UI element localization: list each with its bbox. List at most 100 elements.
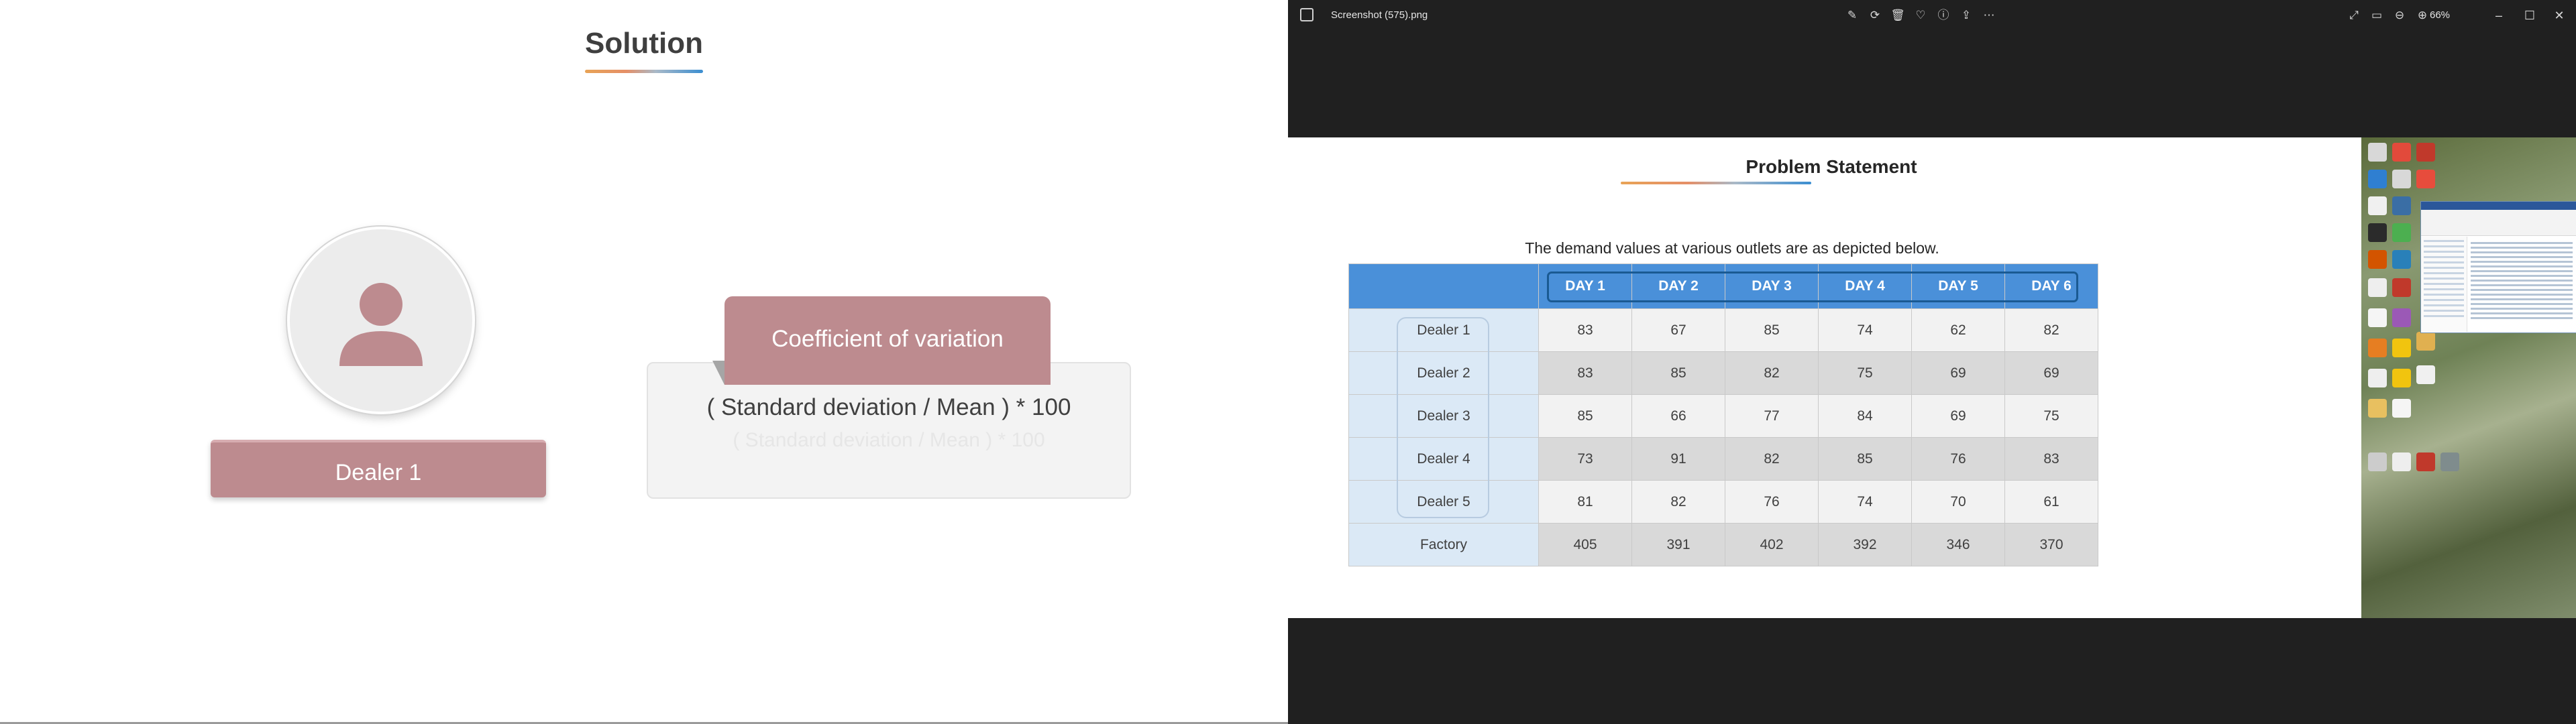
photos-app-icon: [1300, 8, 1313, 21]
cell: 346: [1911, 523, 2005, 566]
nav-line: [2424, 256, 2464, 258]
cell: 84: [1818, 394, 1912, 438]
cell: 75: [2004, 394, 2098, 438]
zoom-level[interactable]: 66%: [2430, 9, 2450, 21]
header-corner: [1348, 263, 1539, 309]
desktop-icon: [2368, 452, 2387, 471]
desktop-icon: [2392, 143, 2411, 162]
file-row: [2471, 284, 2573, 286]
file-row: [2471, 312, 2573, 314]
nav-line: [2424, 267, 2464, 269]
cell: 85: [1631, 351, 1725, 395]
nav-line: [2424, 288, 2464, 290]
file-row: [2471, 265, 2573, 267]
fit-icon[interactable]: ▭: [2368, 7, 2385, 24]
nav-line: [2424, 283, 2464, 285]
file-row: [2471, 270, 2573, 272]
desktop-icon: [2392, 339, 2411, 357]
zoom-out-icon[interactable]: ⊖: [2391, 7, 2408, 24]
fullscreen-icon[interactable]: ⤢: [2345, 7, 2363, 24]
cov-tab: Coefficient of variation: [724, 296, 1051, 385]
maximize-icon[interactable]: ☐: [2520, 5, 2540, 25]
cell: 391: [1631, 523, 1725, 566]
desktop-icon: [2416, 143, 2435, 162]
cell: 81: [1538, 480, 1632, 524]
file-row: [2471, 275, 2573, 277]
desktop-icon: [2416, 365, 2435, 384]
desktop-icon: [2368, 399, 2387, 418]
cell: 73: [1538, 437, 1632, 481]
caption-text: The demand values at various outlets are…: [1525, 239, 1939, 257]
nav-line: [2424, 240, 2464, 242]
rotate-icon[interactable]: ⟳: [1866, 7, 1884, 24]
cell: 83: [1538, 351, 1632, 395]
file-row: [2471, 303, 2573, 305]
zoom-in-icon[interactable]: ⊕: [2414, 7, 2431, 24]
cell: 370: [2004, 523, 2098, 566]
desktop-icon: [2368, 223, 2387, 242]
dealer-label: Dealer 1: [211, 440, 546, 497]
desktop-icon: [2392, 369, 2411, 387]
cell: 83: [2004, 437, 2098, 481]
nav-line: [2424, 278, 2464, 280]
nav-line: [2424, 304, 2464, 306]
photo-viewer-window: Screenshot (575).png ✎ ⟳ 🗑 ♡ ⓘ ⇪ ⋯ ⤢ ▭ ⊖…: [1288, 0, 2576, 724]
file-row: [2471, 242, 2573, 244]
info-icon[interactable]: ⓘ: [1935, 7, 1952, 24]
edit-icon[interactable]: ✎: [1843, 7, 1861, 24]
desktop-icon: [2416, 332, 2435, 351]
desktop-icon: [2368, 143, 2387, 162]
file-explorer-window: [2420, 201, 2576, 333]
cell: 69: [1911, 394, 2005, 438]
file-row: [2471, 280, 2573, 282]
share-icon[interactable]: ⇪: [1957, 7, 1975, 24]
cell: 62: [1911, 308, 2005, 352]
nav-line: [2424, 261, 2464, 263]
file-row: [2471, 251, 2573, 253]
cell: 85: [1538, 394, 1632, 438]
slide-title: Solution: [585, 27, 703, 60]
cell: 85: [1725, 308, 1819, 352]
close-icon[interactable]: ✕: [2549, 5, 2569, 25]
explorer-ribbon: [2421, 210, 2576, 236]
nav-line: [2424, 245, 2464, 247]
desktop-icon: [2368, 250, 2387, 269]
cell: 77: [1725, 394, 1819, 438]
desktop-icon: [2368, 339, 2387, 357]
desktop-icon: [2416, 452, 2435, 471]
cell: 83: [1538, 308, 1632, 352]
more-icon[interactable]: ⋯: [1980, 7, 1998, 24]
cell: 67: [1631, 308, 1725, 352]
favorite-icon[interactable]: ♡: [1912, 7, 1929, 24]
displayed-image: Problem Statement The demand values at v…: [1288, 137, 2576, 618]
cell: 85: [1818, 437, 1912, 481]
file-row: [2471, 317, 2573, 319]
cell: 76: [1911, 437, 2005, 481]
delete-icon[interactable]: 🗑: [1889, 7, 1907, 24]
nav-line: [2424, 272, 2464, 274]
desktop-background: [2361, 137, 2576, 618]
desktop-icon: [2392, 196, 2411, 215]
cell: 82: [1725, 437, 1819, 481]
avatar: [287, 227, 475, 414]
formula-ghost-text: ( Standard deviation / Mean ) * 100: [733, 429, 1045, 451]
cell: 69: [1911, 351, 2005, 395]
solution-slide: Solution Dealer 1 Coefficient of variati…: [0, 0, 1288, 724]
cell: 70: [1911, 480, 2005, 524]
table-row: Factory 405 391 402 392 346 370: [1348, 523, 2098, 566]
day-header-highlight: [1547, 272, 2078, 302]
file-row: [2471, 261, 2573, 263]
file-row: [2471, 289, 2573, 291]
row-label: Factory: [1348, 523, 1539, 566]
minimize-icon[interactable]: –: [2489, 5, 2509, 25]
person-icon: [339, 283, 423, 366]
desktop-icon: [2368, 308, 2387, 327]
explorer-file-list: [2469, 239, 2574, 322]
cell: 66: [1631, 394, 1725, 438]
cell: 82: [1725, 351, 1819, 395]
caption: The demand values at various outlets are…: [1288, 239, 2375, 257]
file-row: [2471, 247, 2573, 249]
desktop-icon: [2392, 170, 2411, 188]
cell: 61: [2004, 480, 2098, 524]
desktop-icon: [2392, 223, 2411, 242]
